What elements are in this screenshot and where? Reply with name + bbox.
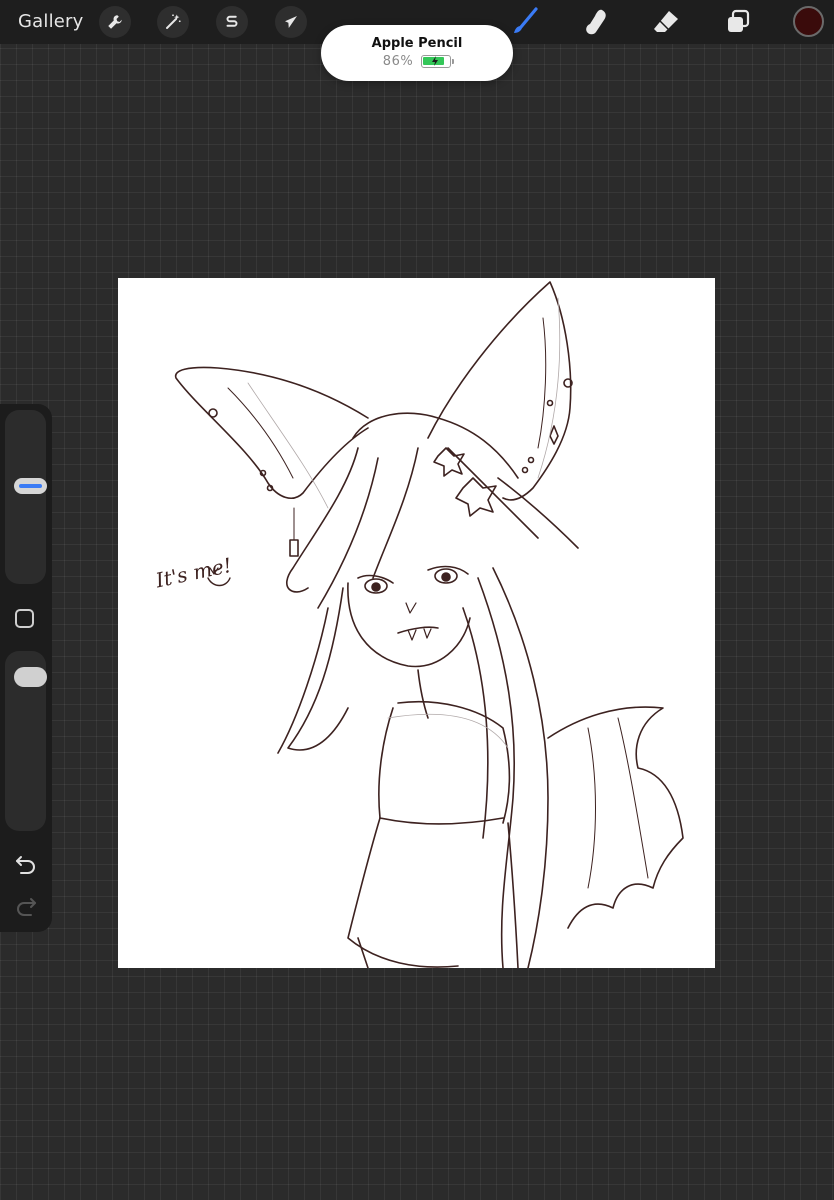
eraser-button[interactable] (648, 4, 684, 40)
actions-button[interactable] (99, 6, 131, 38)
magic-wand-icon (166, 14, 181, 29)
brush-icon (514, 7, 538, 33)
pencil-battery-percent: 86% (382, 54, 414, 69)
layers-button[interactable] (720, 4, 756, 40)
brush-size-slider[interactable] (5, 410, 47, 584)
color-picker-button[interactable] (793, 6, 824, 37)
brush-button[interactable] (506, 4, 542, 40)
arrow-cursor-icon (285, 16, 297, 28)
square-modifier-icon[interactable] (15, 609, 34, 628)
left-sidebar (0, 404, 52, 932)
transform-button[interactable] (275, 6, 307, 38)
pencil-title: Apple Pencil (371, 36, 463, 51)
selection-button[interactable] (216, 6, 248, 38)
adjustments-button[interactable] (157, 6, 189, 38)
layers-icon (728, 9, 750, 32)
drawing-canvas[interactable]: It's me! (118, 278, 715, 969)
brush-size-knob[interactable] (14, 478, 47, 494)
left-ear (174, 366, 369, 499)
bat-wing (547, 706, 684, 929)
undo-button[interactable] (12, 852, 40, 876)
opacity-slider[interactable] (5, 651, 47, 831)
battery-icon (421, 55, 455, 68)
apple-pencil-notification: Apple Pencil 86% (321, 25, 513, 81)
undo-icon (16, 856, 35, 874)
sketch-artwork: It's me! (153, 281, 684, 969)
opacity-knob[interactable] (14, 667, 47, 687)
smudge-finger-icon (586, 9, 606, 35)
redo-icon (17, 898, 36, 916)
right-ear (427, 281, 572, 501)
redo-button[interactable] (12, 894, 40, 918)
charging-bolt-icon (432, 56, 439, 66)
gallery-button[interactable]: Gallery (18, 11, 84, 32)
handwritten-caption: It's me! (153, 553, 234, 593)
selection-s-icon (226, 15, 238, 27)
smudge-button[interactable] (578, 4, 614, 40)
wrench-icon (108, 15, 122, 29)
eraser-icon (654, 11, 678, 32)
